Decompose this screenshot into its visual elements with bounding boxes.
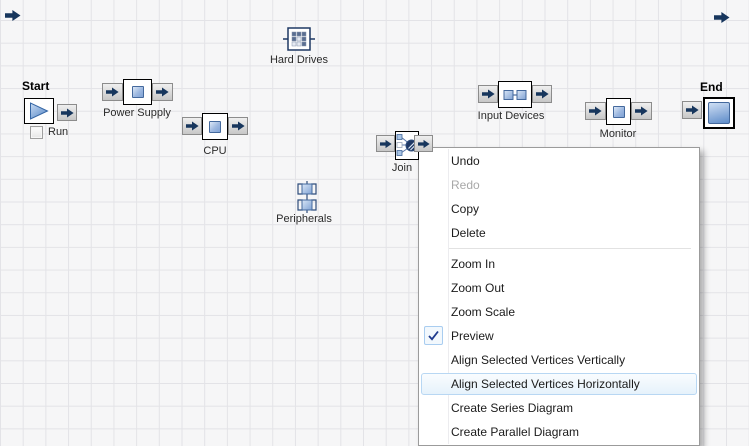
end-in-arrow-button[interactable] xyxy=(682,101,702,119)
context-menu: Undo Redo Copy Delete Zoom In Zoom Out Z… xyxy=(418,147,700,446)
menu-item-preview-label: Preview xyxy=(451,329,494,343)
menu-item-create-series-diagram[interactable]: Create Series Diagram xyxy=(419,396,699,420)
input-devices-in-arrow-button[interactable] xyxy=(478,85,498,103)
menu-item-undo[interactable]: Undo xyxy=(419,149,699,173)
node-label-join: Join xyxy=(391,162,413,174)
cpu-out-arrow-button[interactable] xyxy=(228,117,248,135)
peripherals-node[interactable] xyxy=(294,181,320,213)
cpu-in-arrow-button[interactable] xyxy=(182,117,202,135)
run-checkbox[interactable] xyxy=(30,126,43,139)
power-supply-in-arrow-button[interactable] xyxy=(102,83,123,101)
node-label-end: End xyxy=(700,80,723,94)
menu-item-delete[interactable]: Delete xyxy=(419,221,699,245)
menu-item-zoom-in[interactable]: Zoom In xyxy=(419,252,699,276)
node-label-cpu: CPU xyxy=(203,145,227,157)
node-label-monitor: Monitor xyxy=(599,128,637,140)
play-icon xyxy=(29,102,49,120)
node-label-start: Start xyxy=(22,79,50,93)
node-label-power-supply: Power Supply xyxy=(103,107,171,119)
input-devices-node[interactable] xyxy=(498,81,532,108)
menu-item-create-parallel-diagram[interactable]: Create Parallel Diagram xyxy=(419,420,699,444)
menu-item-align-vertices-vertically[interactable]: Align Selected Vertices Vertically xyxy=(419,348,699,372)
component-icon xyxy=(209,120,221,133)
component-icon xyxy=(612,105,625,118)
node-label-peripherals: Peripherals xyxy=(276,213,332,225)
right-arrow-icon xyxy=(481,89,495,99)
menu-item-copy[interactable]: Copy xyxy=(419,197,699,221)
monitor-node[interactable] xyxy=(606,98,631,125)
right-arrow-icon xyxy=(185,121,199,131)
menu-item-zoom-out[interactable]: Zoom Out xyxy=(419,276,699,300)
join-in-arrow-button[interactable] xyxy=(376,135,395,152)
right-arrow-icon xyxy=(685,105,699,115)
run-checkbox-label: Run xyxy=(48,126,69,138)
hard-drives-node[interactable] xyxy=(283,27,315,51)
power-supply-node[interactable] xyxy=(123,79,152,105)
two-block-icon xyxy=(503,89,527,100)
start-out-arrow-button[interactable] xyxy=(57,104,77,121)
menu-item-align-vertices-horizontally[interactable]: Align Selected Vertices Horizontally xyxy=(421,373,697,395)
power-supply-out-arrow-button[interactable] xyxy=(152,83,173,101)
menu-separator xyxy=(449,248,691,249)
right-arrow-icon xyxy=(60,108,74,117)
right-arrow-icon xyxy=(156,87,169,97)
menu-item-zoom-scale[interactable]: Zoom Scale xyxy=(419,300,699,324)
checked-state-box xyxy=(424,326,443,345)
node-label-input-devices: Input Devices xyxy=(477,110,545,122)
cpu-node[interactable] xyxy=(202,113,228,140)
block-icon xyxy=(708,102,730,124)
series-component-icon xyxy=(301,183,313,195)
checkmark-icon xyxy=(428,330,439,341)
edge-arrow-mark-right xyxy=(714,11,730,24)
right-arrow-icon xyxy=(417,139,430,148)
edge-arrow-mark-left xyxy=(5,9,21,22)
start-node[interactable] xyxy=(24,98,54,124)
right-arrow-icon xyxy=(379,139,392,148)
input-devices-out-arrow-button[interactable] xyxy=(532,85,552,103)
diagram-canvas[interactable]: Start Run Power Supply CPU Hard Drives P… xyxy=(0,0,749,446)
menu-item-redo[interactable]: Redo xyxy=(419,173,699,197)
node-label-hard-drives: Hard Drives xyxy=(269,54,329,66)
join-out-arrow-button[interactable] xyxy=(414,135,433,152)
component-icon xyxy=(131,86,144,98)
end-node[interactable] xyxy=(703,97,735,129)
right-arrow-icon xyxy=(535,89,549,99)
monitor-in-arrow-button[interactable] xyxy=(585,102,606,120)
right-arrow-icon xyxy=(106,87,119,97)
menu-item-preview[interactable]: Preview xyxy=(419,324,699,348)
right-arrow-icon xyxy=(589,106,602,116)
right-arrow-icon xyxy=(231,121,245,131)
right-arrow-icon xyxy=(635,106,648,116)
monitor-out-arrow-button[interactable] xyxy=(631,102,652,120)
